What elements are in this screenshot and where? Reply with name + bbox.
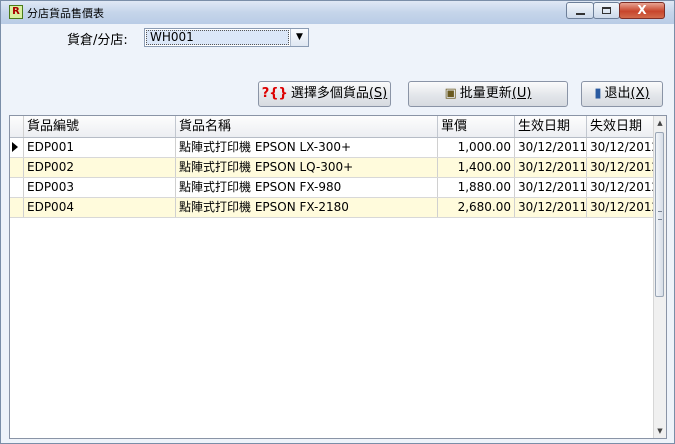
close-icon: X <box>637 3 647 17</box>
select-button-label: 選擇多個貨品 <box>290 86 369 101</box>
scroll-down-arrow-icon[interactable]: ▼ <box>654 424 666 438</box>
item-code-cell[interactable]: EDP004 <box>24 198 176 217</box>
exit-button-label: 退出 <box>604 86 631 101</box>
start-date-cell[interactable]: 30/12/2011 <box>515 138 587 157</box>
start-date-cell[interactable]: 30/12/2011 <box>515 198 587 217</box>
start-date-cell[interactable]: 30/12/2011 <box>515 178 587 197</box>
exit-button[interactable]: ▮ 退出(X) <box>581 81 663 107</box>
item-code-cell[interactable]: EDP002 <box>24 158 176 177</box>
row-indicator <box>10 158 24 177</box>
table-row[interactable]: EDP002 點陣式打印機 EPSON LQ-300+ 1,400.00 30/… <box>10 158 655 178</box>
price-grid[interactable]: 貨品編號 貨品名稱 單價 生效日期 失效日期 EDP001 點陣式打印機 EPS… <box>9 115 667 439</box>
header-item-name[interactable]: 貨品名稱 <box>176 116 438 137</box>
current-row-arrow-icon <box>12 142 18 152</box>
end-date-cell[interactable]: 30/12/2012 <box>587 198 655 217</box>
header-unit-price[interactable]: 單價 <box>438 116 515 137</box>
window-title: 分店貨品售價表 <box>27 7 104 20</box>
warehouse-value: WH001 <box>146 30 289 45</box>
minimize-icon <box>576 13 585 15</box>
table-row[interactable]: EDP004 點陣式打印機 EPSON FX-2180 2,680.00 30/… <box>10 198 655 218</box>
header-start-date[interactable]: 生效日期 <box>515 116 587 137</box>
item-code-cell[interactable]: EDP001 <box>24 138 176 157</box>
app-r-icon: R <box>9 5 23 19</box>
unit-price-cell[interactable]: 2,680.00 <box>438 198 515 217</box>
batch-update-icon: ▣ <box>444 86 457 101</box>
title-bar[interactable]: R 分店貨品售價表 X <box>1 1 674 24</box>
grid-header: 貨品編號 貨品名稱 單價 生效日期 失效日期 <box>10 116 655 138</box>
header-end-date[interactable]: 失效日期 <box>587 116 655 137</box>
maximize-button[interactable] <box>593 2 620 19</box>
row-indicator <box>10 138 24 157</box>
warehouse-label: 貨倉/分店: <box>67 33 128 48</box>
update-button-key: (U) <box>511 86 532 101</box>
scroll-up-arrow-icon[interactable]: ▲ <box>654 116 666 130</box>
vertical-scrollbar[interactable]: ▲ ▼ <box>653 116 666 438</box>
exit-door-icon: ▮ <box>594 86 602 101</box>
end-date-cell[interactable]: 30/12/2012 <box>587 158 655 177</box>
exit-button-key: (X) <box>630 86 650 101</box>
header-indicator <box>10 116 24 137</box>
multi-select-icon: ?{} <box>261 86 288 101</box>
unit-price-cell[interactable]: 1,400.00 <box>438 158 515 177</box>
start-date-cell[interactable]: 30/12/2011 <box>515 158 587 177</box>
warehouse-select[interactable]: WH001 ▼ <box>144 28 309 47</box>
batch-update-button[interactable]: ▣ 批量更新(U) <box>408 81 568 107</box>
unit-price-cell[interactable]: 1,000.00 <box>438 138 515 157</box>
update-button-label: 批量更新 <box>459 86 512 101</box>
scroll-grip-icon <box>658 211 662 220</box>
row-indicator <box>10 198 24 217</box>
item-code-cell[interactable]: EDP003 <box>24 178 176 197</box>
select-multiple-items-button[interactable]: ?{} 選擇多個貨品(S) <box>258 81 391 107</box>
row-indicator <box>10 178 24 197</box>
minimize-button[interactable] <box>566 2 594 19</box>
table-row[interactable]: EDP003 點陣式打印機 EPSON FX-980 1,880.00 30/1… <box>10 178 655 198</box>
maximize-icon <box>602 7 611 14</box>
item-name-cell[interactable]: 點陣式打印機 EPSON FX-2180 <box>176 198 438 217</box>
dropdown-arrow-icon[interactable]: ▼ <box>290 29 308 46</box>
select-button-key: (S) <box>368 86 388 101</box>
end-date-cell[interactable]: 30/12/2012 <box>587 138 655 157</box>
unit-price-cell[interactable]: 1,880.00 <box>438 178 515 197</box>
header-item-code[interactable]: 貨品編號 <box>24 116 176 137</box>
end-date-cell[interactable]: 30/12/2012 <box>587 178 655 197</box>
scroll-thumb[interactable] <box>655 132 664 297</box>
item-name-cell[interactable]: 點陣式打印機 EPSON FX-980 <box>176 178 438 197</box>
item-name-cell[interactable]: 點陣式打印機 EPSON LQ-300+ <box>176 158 438 177</box>
table-row[interactable]: EDP001 點陣式打印機 EPSON LX-300+ 1,000.00 30/… <box>10 138 655 158</box>
close-button[interactable]: X <box>619 2 665 19</box>
price-list-window: R 分店貨品售價表 X 貨倉/分店: WH001 ▼ ?{} 選擇多個貨品(S) … <box>0 0 675 444</box>
item-name-cell[interactable]: 點陣式打印機 EPSON LX-300+ <box>176 138 438 157</box>
